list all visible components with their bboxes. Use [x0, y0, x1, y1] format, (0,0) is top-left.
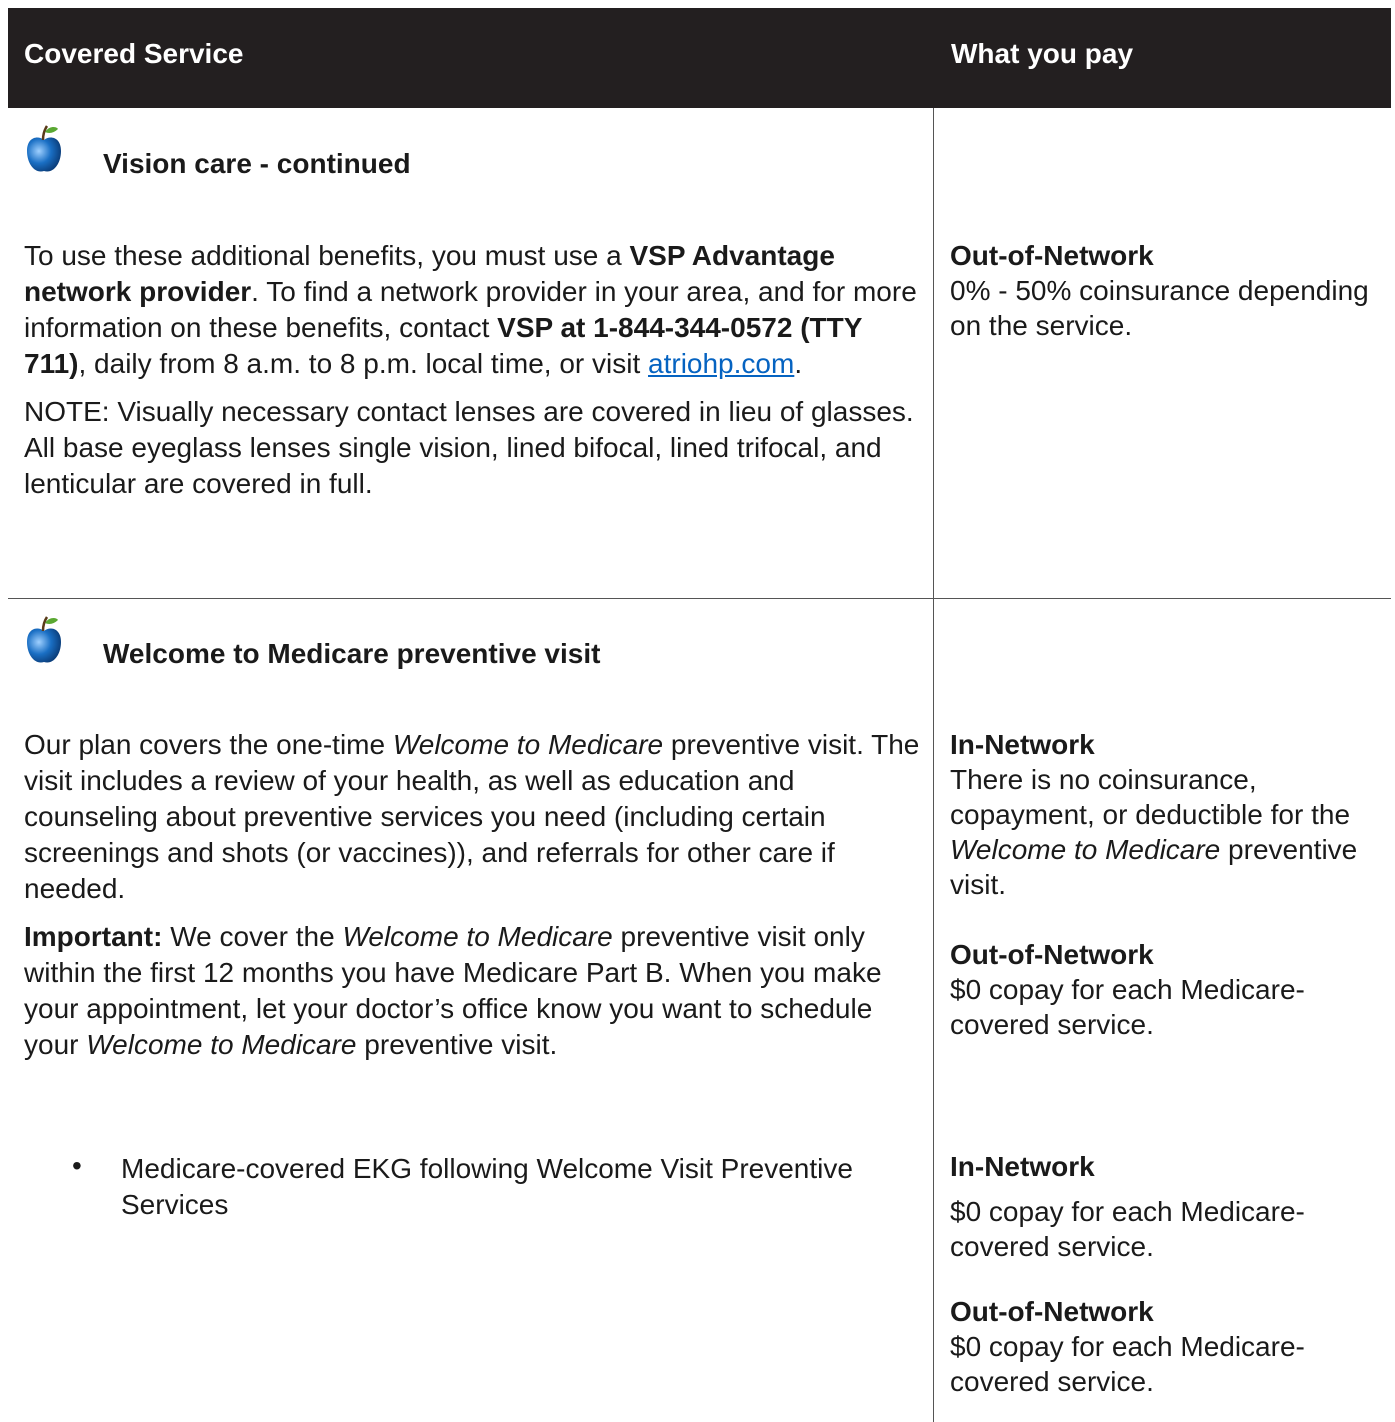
- out-of-network-heading: Out-of-Network: [950, 939, 1154, 970]
- out-of-network-text: $0 copay for each Medicare-covered servi…: [950, 974, 1305, 1040]
- bullet-symbol: •: [72, 1150, 82, 1181]
- text: Our plan covers the one-time: [24, 729, 393, 760]
- text-italic: Welcome to Medicare: [392, 729, 664, 760]
- atriohp-link[interactable]: atriohp.com: [648, 348, 794, 379]
- out-of-network-heading: Out-of-Network: [950, 1296, 1154, 1327]
- vision-care-title: Vision care - continued: [103, 148, 411, 179]
- welcome-paragraph: Our plan covers the one-time Welcome to …: [24, 727, 924, 907]
- text-italic: Welcome to Medicare: [950, 834, 1221, 865]
- column-divider: [933, 599, 934, 1422]
- ekg-bullet-text: Medicare-covered EKG following Welcome V…: [121, 1153, 853, 1220]
- text: .: [794, 348, 803, 379]
- vision-care-note: NOTE: Visually necessary contact lenses …: [24, 396, 914, 499]
- in-network-text: $0 copay for each Medicare-covered servi…: [950, 1196, 1305, 1262]
- out-of-network-text: $0 copay for each Medicare-covered servi…: [950, 1331, 1305, 1397]
- welcome-to-medicare-title: Welcome to Medicare preventive visit: [103, 638, 601, 669]
- column-header-what-you-pay: What you pay: [951, 38, 1134, 69]
- vision-care-description: To use these additional benefits, you mu…: [24, 238, 924, 502]
- in-network-heading: In-Network: [950, 729, 1095, 760]
- column-header-covered-service: Covered Service: [24, 38, 244, 69]
- row-divider: [8, 598, 1391, 599]
- vision-care-paragraph: To use these additional benefits, you mu…: [24, 238, 924, 382]
- text: We cover the: [162, 921, 343, 952]
- vision-care-cost: Out-of-Network 0% - 50% coinsurance depe…: [950, 238, 1390, 343]
- in-network-heading: In-Network: [950, 1151, 1095, 1182]
- column-divider: [933, 108, 934, 598]
- table-header: Covered Service What you pay: [8, 8, 1391, 108]
- text: There is no coinsurance, copayment, or d…: [950, 764, 1351, 830]
- in-network-text: There is no coinsurance, copayment, or d…: [950, 762, 1390, 902]
- out-of-network-heading: Out-of-Network: [950, 240, 1154, 271]
- text: preventive visit.: [356, 1029, 558, 1060]
- welcome-important-paragraph: Important: We cover the Welcome to Medic…: [24, 919, 924, 1063]
- text: , daily from 8 a.m. to 8 p.m. local time…: [78, 348, 649, 379]
- out-of-network-text: 0% - 50% coinsurance depending on the se…: [950, 275, 1369, 341]
- welcome-description: Our plan covers the one-time Welcome to …: [24, 727, 924, 1063]
- text: To use these additional benefits, you mu…: [24, 240, 630, 271]
- text-italic: Welcome to Medicare: [342, 921, 613, 952]
- welcome-cost: In-Network There is no coinsurance, copa…: [950, 727, 1390, 1042]
- text-italic: Welcome to Medicare: [86, 1029, 357, 1060]
- ekg-cost: In-Network $0 copay for each Medicare-co…: [950, 1149, 1390, 1399]
- important-label: Important:: [24, 921, 163, 952]
- apple-icon: [27, 125, 61, 172]
- apple-icon: [27, 616, 61, 663]
